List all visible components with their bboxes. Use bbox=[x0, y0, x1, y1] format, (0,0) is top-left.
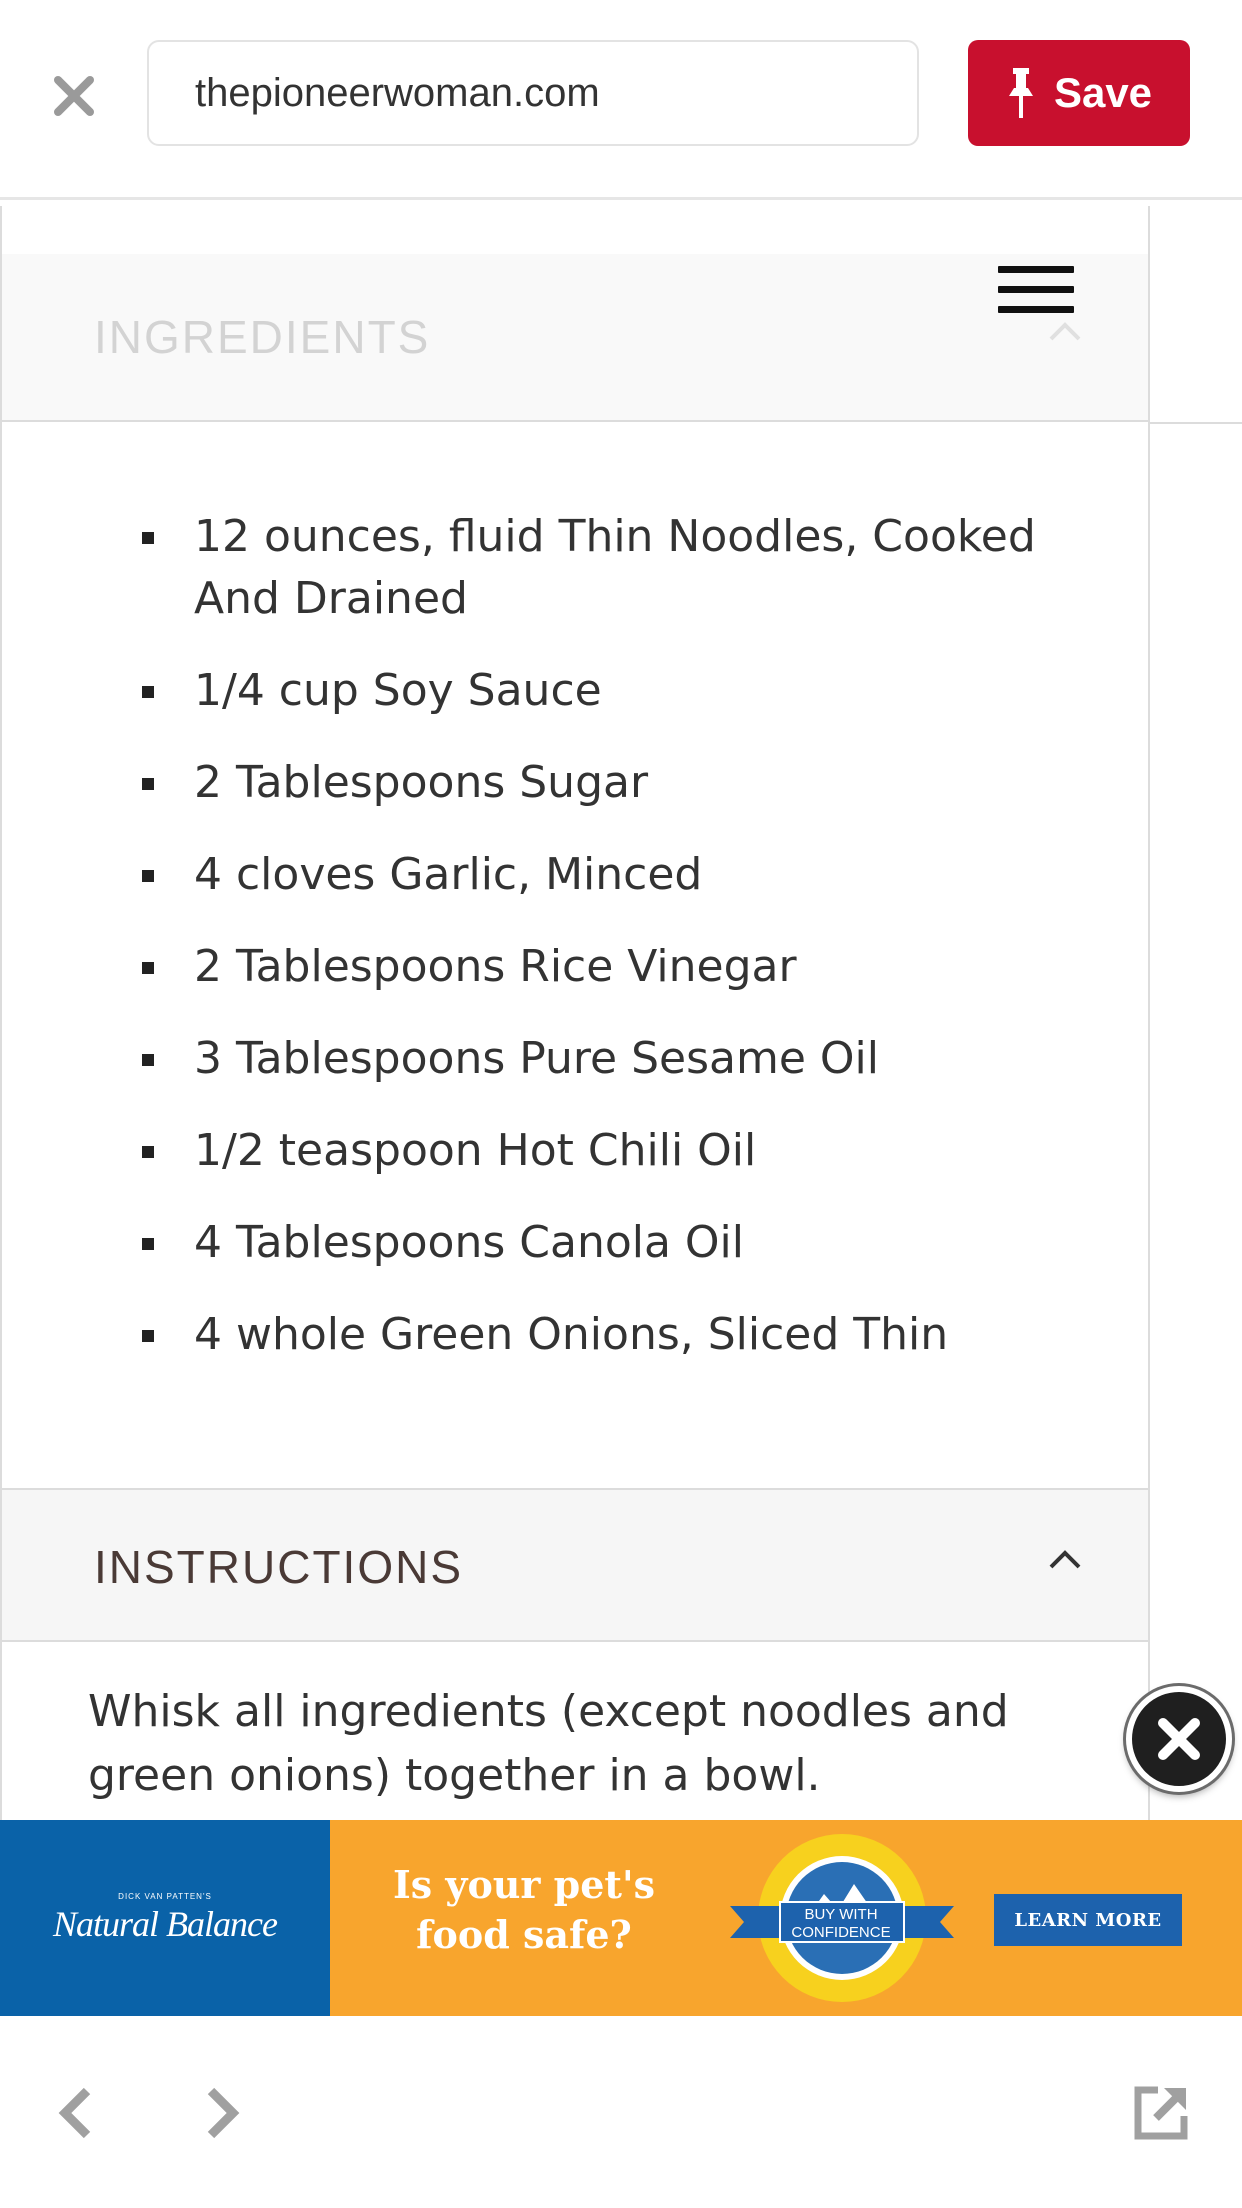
chevron-up-icon bbox=[1048, 1548, 1082, 1574]
instructions-text: Whisk all ingredients (except noodles an… bbox=[88, 1686, 1009, 1801]
list-item: 3 Tablespoons Pure Sesame Oil bbox=[2, 1028, 1148, 1090]
ad-brand-sub: DICK VAN PATTEN'S bbox=[118, 1891, 212, 1901]
divider bbox=[1150, 422, 1242, 424]
save-label: Save bbox=[1053, 69, 1153, 116]
list-item: 12 ounces, fluid Thin Noodles, Cooked An… bbox=[2, 506, 1148, 630]
bottom-bar bbox=[0, 2016, 1242, 2208]
ad-banner[interactable]: DICK VAN PATTEN'S Natural Balance Is you… bbox=[0, 1820, 1242, 2016]
back-button[interactable] bbox=[40, 2078, 110, 2148]
right-gutter bbox=[1150, 206, 1242, 1820]
close-button[interactable] bbox=[40, 62, 108, 130]
ad-close-icon bbox=[1158, 1718, 1200, 1760]
chevron-right-icon bbox=[207, 2087, 240, 2139]
list-item: 1/4 cup Soy Sauce bbox=[2, 660, 1148, 722]
chevron-up-icon bbox=[1048, 320, 1082, 346]
recipe-panel: INGREDIENTS 12 ounces, fluid Thin Noodle… bbox=[0, 206, 1150, 1820]
open-external-button[interactable] bbox=[1126, 2078, 1196, 2148]
ad-brand-name: Natural Balance bbox=[53, 1903, 278, 1944]
list-item: 2 Tablespoons Sugar bbox=[2, 752, 1148, 814]
top-bar: thepioneerwoman.com Save bbox=[0, 0, 1242, 200]
list-item: 4 cloves Garlic, Minced bbox=[2, 844, 1148, 906]
ingredients-header[interactable]: INGREDIENTS bbox=[2, 254, 1148, 422]
instructions-title: INSTRUCTIONS bbox=[94, 1541, 463, 1593]
save-button[interactable]: Save bbox=[968, 40, 1190, 146]
ad-close-button[interactable] bbox=[1126, 1686, 1232, 1792]
forward-button[interactable] bbox=[188, 2078, 258, 2148]
open-external-icon bbox=[1134, 2086, 1188, 2140]
learn-more-button[interactable]: LEARN MORE bbox=[994, 1894, 1182, 1946]
ad-brand-logo: DICK VAN PATTEN'S Natural Balance bbox=[0, 1820, 330, 2016]
list-item: 4 Tablespoons Canola Oil bbox=[2, 1212, 1148, 1274]
hamburger-menu-icon[interactable] bbox=[998, 266, 1074, 322]
close-icon bbox=[54, 76, 94, 116]
badge-center-text: BUY WITH CONFIDENCE bbox=[791, 1906, 891, 1941]
ad-headline: Is your pet's food safe? bbox=[392, 1862, 656, 1957]
url-field[interactable]: thepioneerwoman.com bbox=[147, 40, 919, 146]
instructions-header[interactable]: INSTRUCTIONS bbox=[2, 1488, 1148, 1642]
chevron-left-icon bbox=[58, 2087, 91, 2139]
url-text: thepioneerwoman.com bbox=[195, 70, 600, 115]
list-item: 1/2 teaspoon Hot Chili Oil bbox=[2, 1120, 1148, 1182]
ingredients-title: INGREDIENTS bbox=[94, 311, 431, 363]
list-item: 4 whole Green Onions, Sliced Thin bbox=[2, 1304, 1148, 1366]
ingredients-list: 12 ounces, fluid Thin Noodles, Cooked An… bbox=[2, 506, 1148, 1396]
pushpin-icon bbox=[1006, 68, 1036, 118]
list-item: 2 Tablespoons Rice Vinegar bbox=[2, 936, 1148, 998]
ad-body: Is your pet's food safe? BUY WITH CONFID… bbox=[330, 1820, 1242, 2016]
